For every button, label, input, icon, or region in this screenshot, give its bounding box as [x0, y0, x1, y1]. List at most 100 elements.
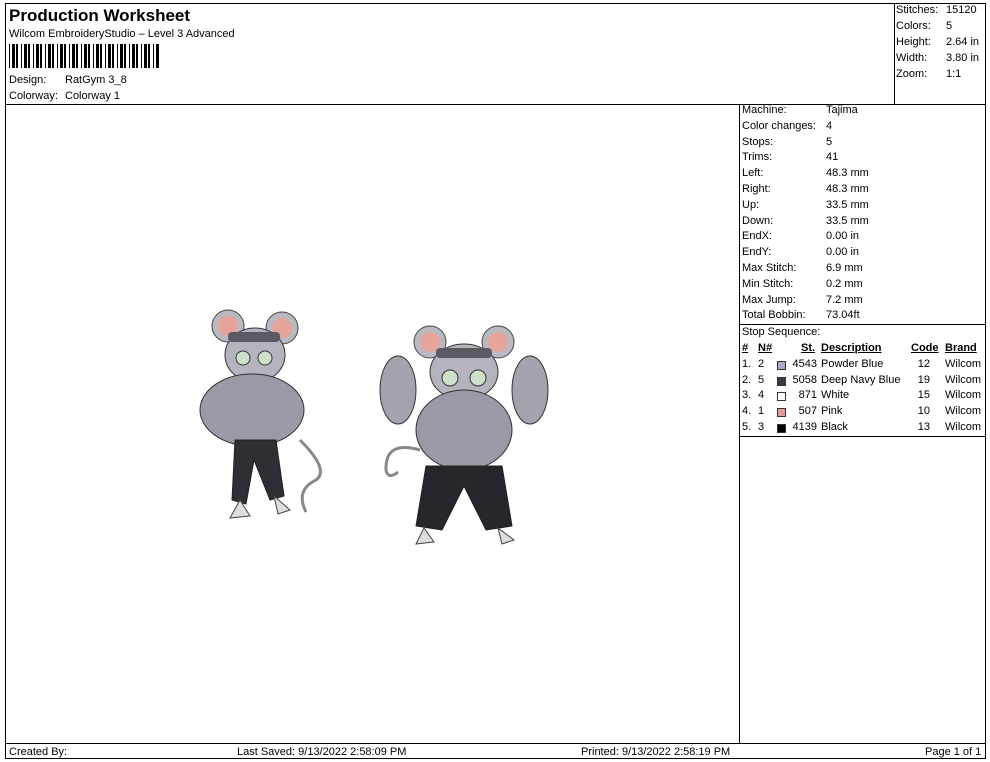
machine-stats: Machine: Tajima Color changes: 4 Stops: 5 T… — [742, 104, 986, 325]
barcode-bar — [60, 44, 63, 68]
description-cell: Deep Navy Blue — [821, 373, 901, 386]
description-cell: Pink — [821, 405, 843, 418]
barcode-bar — [153, 44, 154, 68]
stat-value: 0.2 mm — [826, 277, 863, 290]
footer-page: Page 1 of 1 — [925, 746, 982, 758]
stat-row: EndY: 0.00 in — [742, 246, 986, 262]
summary-value: 2.64 in — [946, 36, 980, 48]
colorway-label: Colorway: — [9, 90, 58, 102]
code-cell: 13 — [917, 420, 930, 433]
num-cell: 4. — [742, 405, 752, 418]
stat-key: Total Bobbin: — [742, 309, 806, 322]
stat-key: Machine: — [742, 104, 787, 116]
barcode-bar — [24, 44, 27, 68]
stop-sequence-label: Stop Sequence: — [742, 326, 821, 338]
barcode-bar — [64, 44, 66, 68]
barcode-bar — [69, 44, 70, 68]
stat-key: EndY: — [742, 246, 772, 259]
code-cell: 19 — [917, 373, 930, 386]
barcode-bar — [40, 44, 42, 68]
stat-row: Min Stitch: 0.2 mm — [742, 278, 986, 294]
stat-key: Color changes: — [742, 119, 816, 132]
rat-figure-left — [199, 309, 322, 519]
stat-value: 0.00 in — [826, 246, 860, 259]
barcode-bar — [84, 44, 87, 68]
description-cell: Powder Blue — [821, 357, 884, 370]
barcode-bar — [33, 44, 34, 68]
barcode-bar — [57, 44, 58, 68]
stop-sequence-row: 2. 5 5058 Deep Navy Blue 19 Wilcom — [742, 374, 986, 390]
thread-color-swatch — [777, 392, 786, 402]
barcode-bar — [120, 44, 123, 68]
barcode-bar — [148, 44, 150, 68]
stat-row: Max Stitch: 6.9 mm — [742, 262, 986, 278]
stitch-count-cell: 4543 — [792, 357, 817, 370]
stat-key: Up: — [742, 198, 760, 211]
code-cell: 12 — [917, 357, 930, 370]
barcode-bar — [108, 44, 111, 68]
stat-value: 4 — [826, 119, 833, 132]
barcode-bar — [136, 44, 138, 68]
num-cell: 5. — [742, 420, 752, 433]
stat-key: EndX: — [742, 230, 772, 243]
summary-row: Width: 3.80 in — [896, 52, 984, 68]
summary-row: Height: 2.64 in — [896, 36, 984, 52]
col-n: N# — [758, 342, 773, 354]
stat-key: Stops: — [742, 135, 774, 148]
stitch-count-cell: 507 — [798, 405, 817, 418]
summary-value: 1:1 — [946, 68, 962, 80]
barcode-bar — [93, 44, 94, 68]
stat-value: 48.3 mm — [826, 182, 869, 195]
summary-row: Colors: 5 — [896, 20, 984, 36]
summary-key: Height: — [896, 36, 931, 48]
brand-cell: Wilcom — [945, 420, 982, 433]
stat-key: Min Stitch: — [742, 277, 794, 290]
barcode-bar — [141, 44, 142, 68]
barcode-bar — [16, 44, 18, 68]
code-cell: 15 — [917, 389, 930, 402]
summary-row: Zoom: 1:1 — [896, 68, 984, 84]
stat-value: 0.00 in — [826, 230, 860, 243]
stat-row: Total Bobbin: 73.04ft — [742, 309, 986, 325]
stat-key: Max Jump: — [742, 293, 796, 306]
stat-row: EndX: 0.00 in — [742, 230, 986, 246]
num-cell: 1. — [742, 357, 752, 370]
stat-row: Right: 48.3 mm — [742, 183, 986, 199]
summary-panel: Stitches: 15120 Colors: 5 Height: 2.64 in W… — [896, 4, 984, 84]
stat-row: Left: 48.3 mm — [742, 167, 986, 183]
stitch-count-cell: 5058 — [792, 373, 817, 386]
design-label: Design: — [9, 74, 47, 86]
barcode-bar — [144, 44, 147, 68]
stat-key: Down: — [742, 214, 774, 227]
barcode-bar — [72, 44, 75, 68]
rat-figure-right — [379, 325, 549, 545]
thread-color-swatch — [777, 376, 786, 386]
needle-cell: 3 — [758, 420, 765, 433]
col-description: Description — [821, 342, 882, 354]
stop-sequence-row: 5. 3 4139 Black 13 Wilcom — [742, 421, 986, 437]
barcode-bar — [45, 44, 46, 68]
stats-divider — [739, 104, 740, 743]
stat-key: Right: — [742, 182, 771, 195]
stat-value: Tajima — [826, 104, 858, 116]
software-name: Wilcom EmbroideryStudio – Level 3 Advanc… — [9, 28, 235, 40]
needle-cell: 1 — [758, 405, 765, 418]
barcode-bar — [76, 44, 78, 68]
barcode-bar — [100, 44, 102, 68]
barcode-bar — [12, 44, 15, 68]
barcode-bar — [105, 44, 106, 68]
col-code: Code — [911, 342, 939, 354]
summary-divider — [894, 3, 895, 104]
col-num: # — [742, 342, 749, 354]
summary-key: Stitches: — [896, 4, 939, 16]
brand-cell: Wilcom — [945, 389, 982, 402]
stat-row: Max Jump: 7.2 mm — [742, 294, 986, 310]
description-cell: White — [821, 389, 850, 402]
summary-row: Stitches: 15120 — [896, 4, 984, 20]
col-brand: Brand — [945, 342, 977, 354]
stat-value: 73.04ft — [826, 309, 860, 322]
description-cell: Black — [821, 420, 848, 433]
summary-value: 5 — [946, 20, 953, 32]
barcode-bar — [9, 44, 10, 68]
stop-sequence-row: 1. 2 4543 Powder Blue 12 Wilcom — [742, 358, 986, 374]
